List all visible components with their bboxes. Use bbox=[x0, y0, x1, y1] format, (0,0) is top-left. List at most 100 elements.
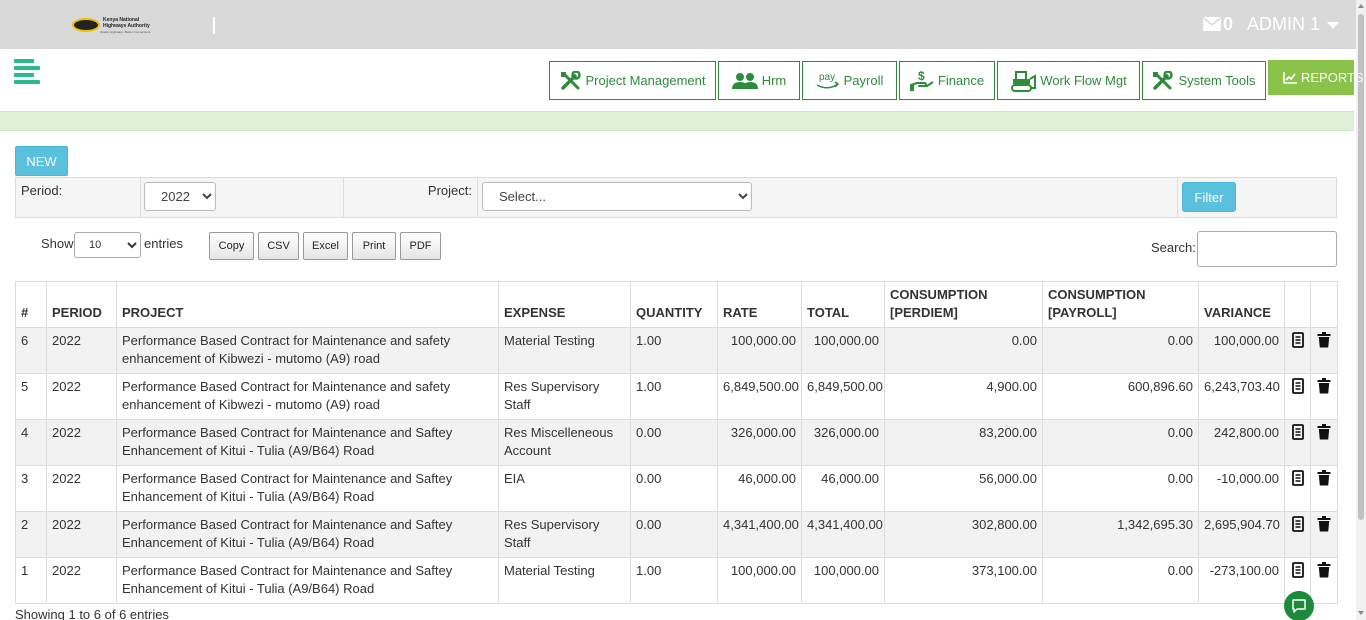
cell-total: 4,341,400.00 bbox=[801, 511, 885, 558]
logo-tagline: Quality Highways, Better Connections bbox=[100, 30, 151, 34]
document-icon[interactable] bbox=[1291, 424, 1304, 440]
cell-period: 2022 bbox=[46, 327, 117, 374]
user-menu[interactable]: ADMIN 1 bbox=[1247, 14, 1320, 35]
cell-perdiem: 373,100.00 bbox=[884, 557, 1043, 604]
col-header-delete bbox=[1310, 281, 1338, 328]
project-label: Project: bbox=[427, 183, 472, 198]
cell-payroll: 1,342,695.30 bbox=[1042, 511, 1199, 558]
nav-payroll[interactable]: pay Payroll bbox=[802, 61, 897, 100]
trash-icon[interactable] bbox=[1317, 378, 1331, 394]
nav-hrm[interactable]: Hrm bbox=[718, 61, 800, 100]
trash-icon[interactable] bbox=[1317, 562, 1331, 578]
chevron-down-icon[interactable] bbox=[1327, 22, 1339, 29]
excel-button[interactable]: Excel bbox=[303, 232, 348, 260]
document-icon[interactable] bbox=[1291, 516, 1304, 532]
delete-cell bbox=[1310, 419, 1338, 466]
document-icon[interactable] bbox=[1291, 332, 1304, 348]
filter-button[interactable]: Filter bbox=[1182, 182, 1236, 212]
menu-toggle-icon[interactable] bbox=[14, 59, 40, 85]
table-row: 5 2022 Performance Based Contract for Main… bbox=[15, 373, 1338, 420]
envelope-icon[interactable] bbox=[1203, 17, 1221, 31]
nav-work-flow-mgt[interactable]: Work Flow Mgt bbox=[997, 61, 1140, 100]
page-scrollbar[interactable] bbox=[1356, 0, 1366, 620]
period-select[interactable]: 2022 bbox=[144, 182, 216, 211]
cell-payroll: 0.00 bbox=[1042, 419, 1199, 466]
pdf-button[interactable]: PDF bbox=[400, 232, 441, 260]
delete-cell bbox=[1310, 465, 1338, 512]
cell-rate: 100,000.00 bbox=[717, 327, 802, 374]
cell-quantity: 0.00 bbox=[630, 465, 718, 512]
view-cell bbox=[1284, 511, 1311, 558]
cell-period: 2022 bbox=[46, 465, 117, 512]
cell-expense: EIA bbox=[498, 465, 631, 512]
document-icon[interactable] bbox=[1291, 562, 1304, 578]
col-header-total[interactable]: TOTAL bbox=[801, 281, 885, 328]
tools-icon bbox=[1153, 70, 1174, 90]
cell-quantity: 0.00 bbox=[630, 511, 718, 558]
table-header-row: # PERIOD PROJECT EXPENSE QUANTITY RATE T… bbox=[15, 281, 1338, 328]
tools-icon bbox=[560, 70, 581, 90]
cell-project: Performance Based Contract for Maintenan… bbox=[116, 557, 499, 604]
csv-button[interactable]: CSV bbox=[258, 232, 299, 260]
document-icon[interactable] bbox=[1291, 378, 1304, 394]
trash-icon[interactable] bbox=[1317, 516, 1331, 532]
cell-period: 2022 bbox=[46, 373, 117, 420]
cell-project: Performance Based Contract for Maintenan… bbox=[116, 465, 499, 512]
col-header-quantity[interactable]: QUANTITY bbox=[630, 281, 718, 328]
scroll-up-arrow[interactable] bbox=[1358, 4, 1364, 8]
col-header-payroll[interactable]: CONSUMPTION [PAYROLL] bbox=[1042, 281, 1199, 328]
nav-label: System Tools bbox=[1178, 73, 1256, 88]
col-header-view bbox=[1284, 281, 1311, 328]
view-cell bbox=[1284, 373, 1311, 420]
cell-variance: 6,243,703.40 bbox=[1198, 373, 1285, 420]
cell-variance: -10,000.00 bbox=[1198, 465, 1285, 512]
scroll-down-arrow[interactable] bbox=[1358, 611, 1364, 615]
nav-label: Project Management bbox=[585, 73, 706, 88]
copy-button[interactable]: Copy bbox=[209, 232, 254, 260]
page-length-select[interactable]: 10 bbox=[74, 232, 141, 258]
delete-cell bbox=[1310, 327, 1338, 374]
nav-reports[interactable]: REPORTS bbox=[1268, 60, 1364, 95]
nav-label: Finance bbox=[937, 73, 985, 88]
cell-expense: Material Testing bbox=[498, 557, 631, 604]
cell-rate: 4,341,400.00 bbox=[717, 511, 802, 558]
alert-band bbox=[0, 111, 1354, 131]
col-header-project[interactable]: PROJECT bbox=[116, 281, 499, 328]
mail-count-badge[interactable]: 0 bbox=[1223, 14, 1233, 35]
top-bar: Kenya National Highways Authority Qualit… bbox=[0, 0, 1356, 49]
new-button[interactable]: NEW bbox=[15, 146, 68, 176]
cell-expense: Res Miscelleneous Account bbox=[498, 419, 631, 466]
col-header-perdiem[interactable]: CONSUMPTION [PERDIEM] bbox=[884, 281, 1043, 328]
nav-finance[interactable]: $ Finance bbox=[899, 61, 995, 100]
col-header-variance[interactable]: VARIANCE bbox=[1198, 281, 1285, 328]
document-icon[interactable] bbox=[1291, 470, 1304, 486]
cell-total: 100,000.00 bbox=[801, 557, 885, 604]
col-header-id[interactable]: # bbox=[15, 281, 47, 328]
chart-icon bbox=[1283, 71, 1297, 84]
cell-quantity: 1.00 bbox=[630, 557, 718, 604]
delete-cell bbox=[1310, 373, 1338, 420]
chat-button[interactable] bbox=[1284, 591, 1314, 620]
search-input[interactable] bbox=[1197, 231, 1337, 267]
cell-payroll: 0.00 bbox=[1042, 465, 1199, 512]
cell-project: Performance Based Contract for Maintenan… bbox=[116, 419, 499, 466]
col-header-expense[interactable]: EXPENSE bbox=[498, 281, 631, 328]
col-header-rate[interactable]: RATE bbox=[717, 281, 802, 328]
period-label: Period: bbox=[21, 183, 63, 198]
cell-expense: Material Testing bbox=[498, 327, 631, 374]
cell-expense: Res Supervisory Staff bbox=[498, 511, 631, 558]
delete-cell bbox=[1310, 557, 1338, 604]
trash-icon[interactable] bbox=[1317, 424, 1331, 440]
project-select[interactable]: Select... bbox=[482, 182, 752, 211]
nav-project-management[interactable]: Project Management bbox=[549, 61, 716, 100]
col-header-period[interactable]: PERIOD bbox=[46, 281, 117, 328]
trash-icon[interactable] bbox=[1317, 470, 1331, 486]
kenha-logo[interactable]: Kenya National Highways Authority Qualit… bbox=[72, 16, 156, 36]
print-button[interactable]: Print bbox=[352, 232, 396, 260]
table-row: 1 2022 Performance Based Contract for Main… bbox=[15, 557, 1338, 604]
scrollbar-thumb[interactable] bbox=[1358, 14, 1364, 520]
cell-perdiem: 56,000.00 bbox=[884, 465, 1043, 512]
nav-system-tools[interactable]: System Tools bbox=[1142, 61, 1266, 100]
table-row: 3 2022 Performance Based Contract for Main… bbox=[15, 465, 1338, 512]
trash-icon[interactable] bbox=[1317, 332, 1331, 348]
